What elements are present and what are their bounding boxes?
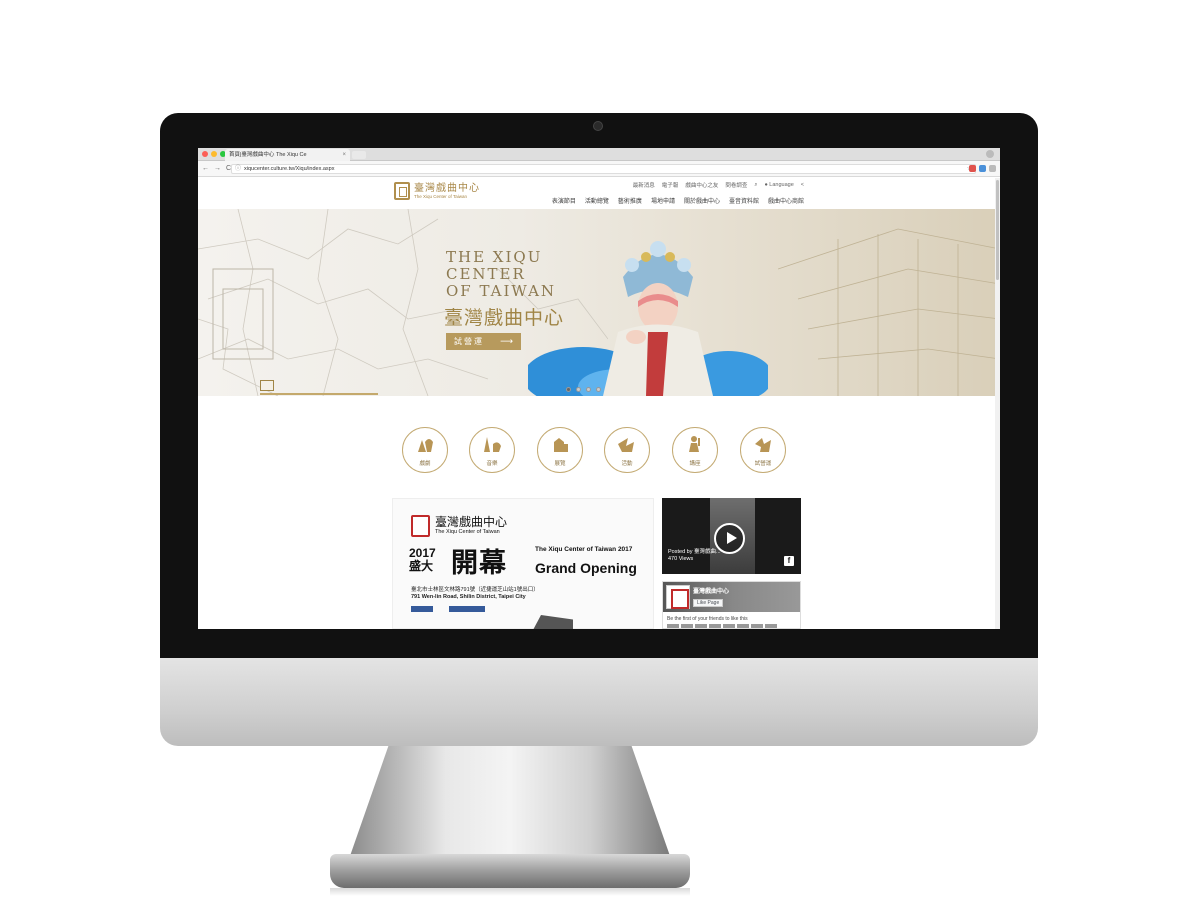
logo-chinese: 臺灣戲曲中心: [414, 182, 480, 194]
nav-item-about[interactable]: 關於戲曲中心: [684, 196, 720, 205]
poster-english-title: Grand Opening: [535, 560, 637, 576]
exhibition-icon: [554, 438, 568, 452]
building-illustration: [778, 228, 1000, 396]
extension-icon[interactable]: [969, 165, 976, 172]
utility-nav: 最新消息 電子報 戲曲中心之友 問卷調查 ⌕ ● Language <: [633, 181, 804, 190]
page-scrollbar[interactable]: [995, 178, 1000, 629]
site-header: 臺灣戲曲中心 The Xiqu Center of Taiwan 最新消息 電子…: [198, 177, 1000, 209]
poster-english-subtitle: The Xiqu Center of Taiwan 2017: [535, 546, 633, 553]
opera-performer-image: [528, 241, 768, 396]
nav-item-shop[interactable]: 戲曲中心商館: [768, 196, 804, 205]
carousel-dot[interactable]: [596, 387, 601, 392]
stand-neck: [350, 746, 670, 856]
carousel-progress-bar: [260, 393, 378, 395]
carousel-dot[interactable]: [586, 387, 591, 392]
address-bar[interactable]: ⓘ xiqucenter.culture.tw/Xiqu/index.aspx …: [231, 164, 976, 174]
category-links: 戲劇 音樂 展覽 活動 講座 試營運: [198, 427, 1000, 477]
profile-icon[interactable]: [986, 150, 994, 158]
video-views: 470 Views: [668, 556, 694, 562]
screen: 首頁|臺灣戲曲中心 The Xiqu Ce × ← → C ⓘ xiqucent…: [198, 148, 1000, 629]
utility-link-newsletter[interactable]: 電子報: [662, 181, 679, 189]
imac-chin: [160, 658, 1038, 746]
category-event[interactable]: 活動: [604, 427, 650, 473]
main-nav: 表演節目 活動總覽 藝術推廣 場地申請 關於戲曲中心 臺音資料館 戲曲中心商館: [552, 196, 804, 205]
window-controls: [202, 151, 226, 157]
poster-year: 2017 盛大: [409, 546, 436, 573]
carousel-dots: [566, 387, 601, 392]
nav-item-archive[interactable]: 臺音資料館: [729, 196, 759, 205]
facebook-icon[interactable]: f: [784, 556, 794, 566]
event-icon: [618, 438, 634, 452]
search-icon[interactable]: ⌕: [754, 182, 757, 189]
hero-banner[interactable]: THE XIQU CENTER OF TAIWAN 臺灣戲曲中心 試營運 ⟶: [198, 209, 1000, 396]
category-music[interactable]: 音樂: [469, 427, 515, 473]
sponsor-logos: [411, 606, 485, 612]
browser-tab-active[interactable]: 首頁|臺灣戲曲中心 The Xiqu Ce ×: [225, 149, 350, 161]
poster-opening-title: 開幕: [451, 548, 507, 579]
close-window-button[interactable]: [202, 151, 208, 157]
facebook-friends-text: Be the first of your friends to like thi…: [667, 616, 748, 622]
music-icon: [484, 437, 501, 452]
info-icon[interactable]: ⓘ: [235, 165, 241, 173]
poster-logo-chinese: 臺灣戲曲中心: [435, 515, 508, 529]
extension-icon[interactable]: [979, 165, 986, 172]
grand-opening-poster[interactable]: 臺灣戲曲中心 The Xiqu Center of Taiwan 2017 盛大…: [392, 498, 654, 629]
category-opera[interactable]: 戲劇: [402, 427, 448, 473]
facebook-page-name[interactable]: 臺灣戲曲中心: [693, 586, 729, 595]
building-thumbnail: [533, 615, 573, 629]
gallery-icon[interactable]: [260, 380, 274, 391]
imac-stand: [330, 746, 690, 896]
utility-link-news[interactable]: 最新消息: [633, 181, 655, 189]
browser-toolbar: ← → C ⓘ xiqucenter.culture.tw/Xiqu/index…: [198, 161, 1000, 177]
category-lecture[interactable]: 講座: [672, 427, 718, 473]
carousel-dot[interactable]: [576, 387, 581, 392]
utility-link-survey[interactable]: 問卷調查: [725, 181, 747, 189]
sponsor-logo: [449, 606, 485, 612]
language-selector[interactable]: ● Language: [764, 182, 793, 188]
sponsor-logo: [411, 606, 433, 612]
arrow-right-icon: ⟶: [500, 336, 515, 346]
new-tab-button[interactable]: [352, 151, 366, 159]
nav-item-arts-promotion[interactable]: 藝術推廣: [618, 196, 642, 205]
category-trial-run[interactable]: 試營運: [740, 427, 786, 473]
video-posted-by: Posted by 臺灣戲曲...: [668, 549, 721, 555]
back-button[interactable]: ←: [202, 164, 209, 174]
poster-address-english: 791 Wen-lin Road, Shilin District, Taipe…: [411, 594, 526, 600]
facebook-page-avatar[interactable]: [666, 585, 690, 609]
nav-item-venue-rental[interactable]: 場地申請: [651, 196, 675, 205]
camera-icon: [593, 121, 603, 131]
utility-link-friends[interactable]: 戲曲中心之友: [685, 181, 718, 189]
url-text: xiqucenter.culture.tw/Xiqu/index.aspx: [244, 166, 335, 172]
forward-button[interactable]: →: [214, 164, 221, 174]
site-logo[interactable]: 臺灣戲曲中心 The Xiqu Center of Taiwan: [394, 182, 480, 200]
nav-item-performances[interactable]: 表演節目: [552, 196, 576, 205]
poster-address-chinese: 臺北市士林區文林路791號（近捷運芝山站1號出口）: [411, 587, 539, 593]
facebook-like-page-button[interactable]: Like Page: [693, 599, 724, 607]
red-logo-icon: [411, 515, 430, 537]
tab-title: 首頁|臺灣戲曲中心 The Xiqu Ce: [229, 152, 307, 158]
minimize-window-button[interactable]: [211, 151, 217, 157]
globe-icon: ●: [764, 182, 768, 188]
tab-close-icon[interactable]: ×: [342, 149, 346, 161]
trial-run-icon: [755, 438, 771, 452]
extension-icon[interactable]: [989, 165, 996, 172]
poster-logo-english: The Xiqu Center of Taiwan: [435, 529, 500, 535]
category-exhibition[interactable]: 展覽: [537, 427, 583, 473]
nav-item-events[interactable]: 活動總覽: [585, 196, 609, 205]
extension-icons: [969, 165, 996, 172]
facebook-page-widget: 臺灣戲曲中心 Like Page Be the first of your fr…: [662, 581, 801, 629]
browser-tabbar: 首頁|臺灣戲曲中心 The Xiqu Ce ×: [198, 148, 1000, 161]
logo-english: The Xiqu Center of Taiwan: [414, 193, 467, 199]
lecture-icon: [689, 436, 700, 452]
logo-mark-icon: [394, 182, 410, 200]
facebook-friend-thumbnails: [667, 624, 777, 628]
facebook-video-embed[interactable]: Posted by 臺灣戲曲... 470 Views f: [662, 498, 801, 574]
share-icon[interactable]: <: [801, 182, 804, 188]
opera-icon: [418, 439, 433, 452]
carousel-dot[interactable]: [566, 387, 571, 392]
trial-run-button[interactable]: 試營運 ⟶: [446, 333, 521, 350]
stand-base: [330, 854, 690, 888]
